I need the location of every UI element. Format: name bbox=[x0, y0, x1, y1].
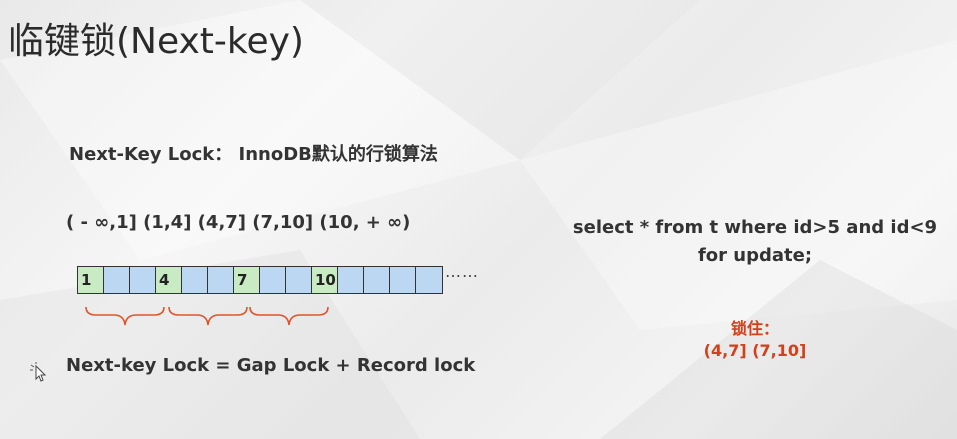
locked-ranges: (4,7] (7,10] bbox=[703, 341, 807, 360]
locked-label: 锁住： bbox=[730, 319, 779, 338]
gap-cell bbox=[416, 267, 442, 293]
brace-1 bbox=[85, 306, 165, 326]
gap-cell bbox=[286, 267, 312, 293]
gap-braces bbox=[85, 306, 329, 326]
lock-formula: Next-key Lock = Gap Lock + Record lock bbox=[66, 355, 476, 376]
brace-2 bbox=[168, 306, 248, 326]
gap-cell bbox=[130, 267, 156, 293]
gap-cell bbox=[338, 267, 364, 293]
sql-line-1: select * from t where id>5 and id<9 bbox=[572, 217, 938, 238]
gap-cell bbox=[260, 267, 286, 293]
interval-list: ( - ∞,1] (1,4] (4,7] (7,10] (10, + ∞) bbox=[66, 212, 411, 233]
slide-title: 临键锁(Next-key) bbox=[8, 21, 304, 62]
gap-cell bbox=[182, 267, 208, 293]
brace-3 bbox=[249, 306, 329, 326]
sql-line-2: for update; bbox=[697, 245, 813, 266]
slide-subtitle: Next-Key Lock： InnoDB默认的行锁算法 bbox=[69, 144, 438, 165]
gap-cell bbox=[104, 267, 130, 293]
record-cell: 10 bbox=[312, 267, 338, 293]
gap-cell bbox=[390, 267, 416, 293]
record-cell: 4 bbox=[156, 267, 182, 293]
cursor-icon bbox=[30, 362, 47, 382]
index-cells: 1 4 7 10 bbox=[77, 266, 443, 294]
gap-cell bbox=[364, 267, 390, 293]
ellipsis: …… bbox=[445, 262, 479, 281]
locked-result: 锁住： (4,7] (7,10] bbox=[655, 318, 855, 362]
gap-cell bbox=[208, 267, 234, 293]
record-cell: 7 bbox=[234, 267, 260, 293]
sql-statement: select * from t where id>5 and id<9 for … bbox=[555, 214, 955, 270]
record-cell: 1 bbox=[78, 267, 104, 293]
